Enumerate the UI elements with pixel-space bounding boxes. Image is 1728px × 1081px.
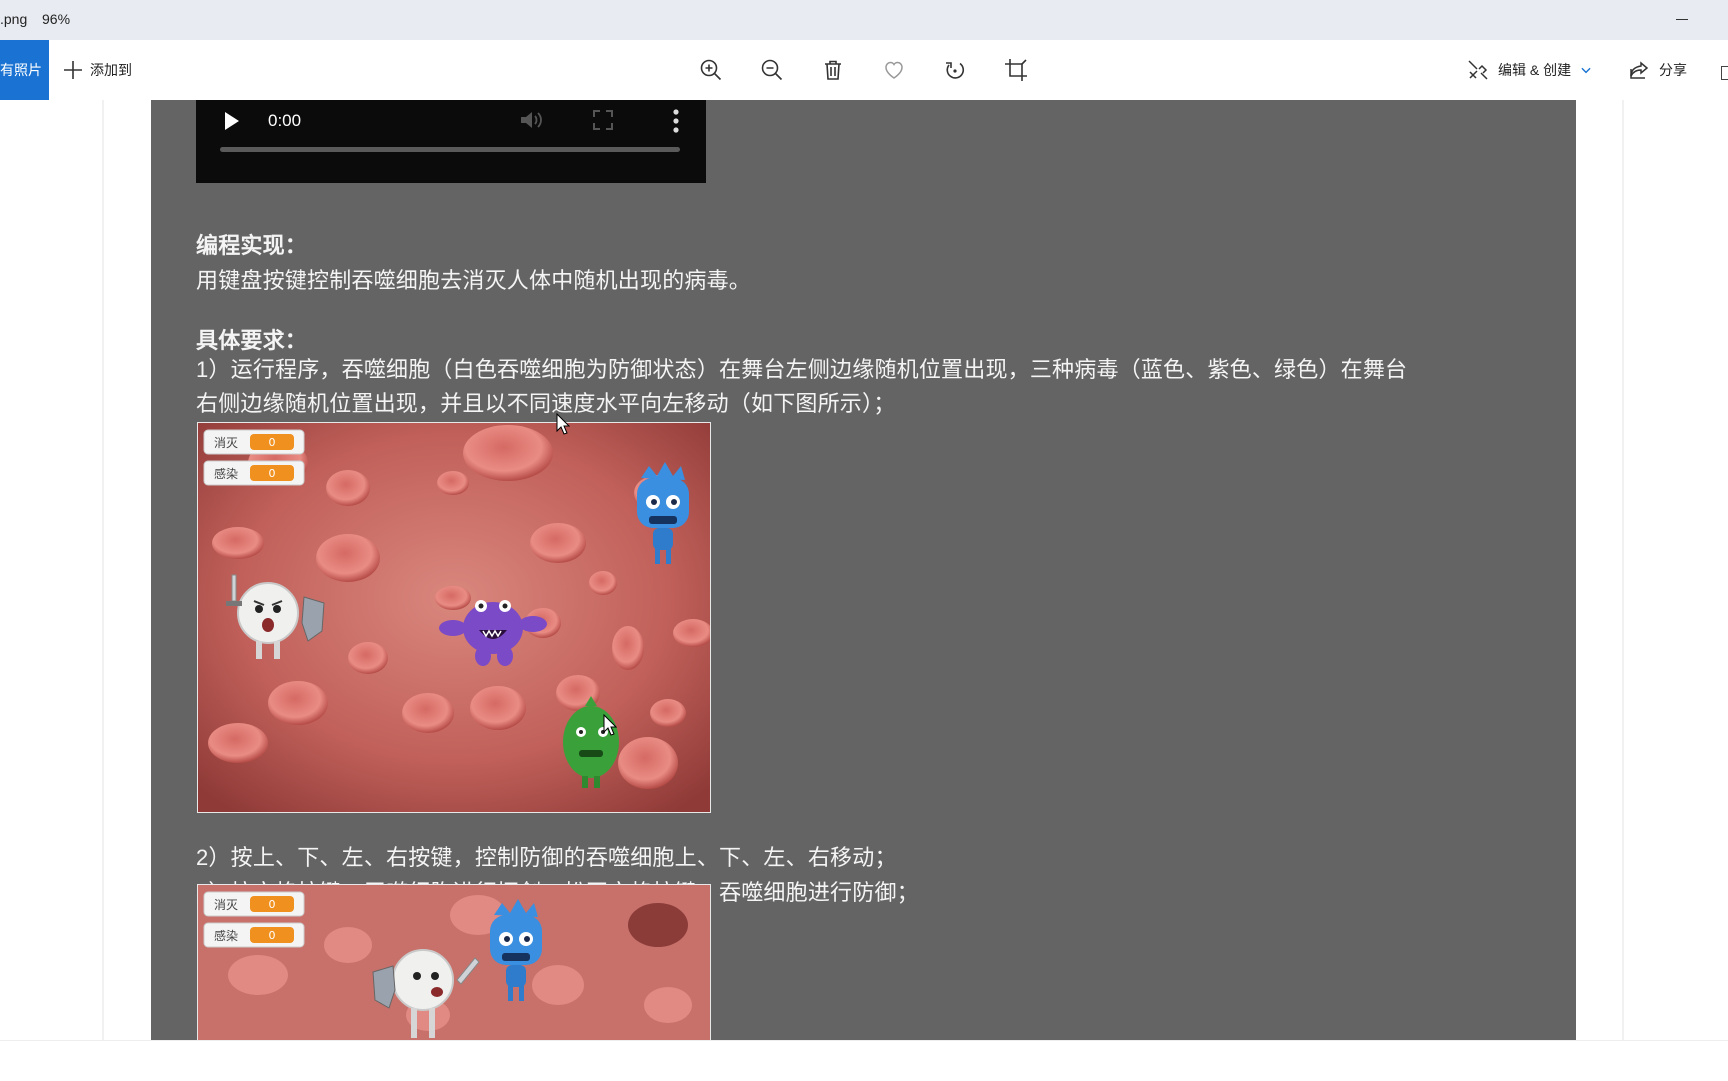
viewer-edge-left <box>102 100 104 1040</box>
favorite-button[interactable] <box>880 56 908 84</box>
add-to-button[interactable]: 添加到 <box>62 58 132 82</box>
zoom-level: 96% <box>42 11 71 27</box>
edit-create-button[interactable]: 编辑 & 创建 <box>1466 56 1593 84</box>
fullscreen-icon[interactable] <box>592 109 614 131</box>
requirement-1-line-2: 右侧边缘随机位置出现，并且以不同速度水平向左移动（如下图所示）； <box>196 391 896 416</box>
rotate-button[interactable] <box>941 56 969 84</box>
edit-create-label: 编辑 & 创建 <box>1498 62 1572 78</box>
crop-icon <box>1005 59 1027 81</box>
mouse-cursor-icon <box>603 714 617 736</box>
toolbar: 所有照片 添加到 编辑 & 创建 分享 <box>0 40 1728 100</box>
plus-icon <box>64 61 82 79</box>
share-icon <box>1630 61 1649 79</box>
monitor-infect-label: 感染 <box>214 466 238 481</box>
bottom-strip <box>0 1040 1728 1081</box>
share-button[interactable]: 分享 <box>1627 56 1687 84</box>
chevron-down-icon <box>1581 67 1591 74</box>
document-image: 0:00 编程实现： 用键盘按键控制吞噬细胞去消灭人体中随机出现的病毒。 具体要… <box>151 100 1576 1040</box>
heading-programming: 编程实现： <box>196 233 308 258</box>
monitor-infect-label: 感染 <box>214 928 238 943</box>
share-label: 分享 <box>1659 62 1687 78</box>
monitor-kill-label: 消灭 <box>214 898 238 912</box>
heart-icon <box>885 61 903 79</box>
monitor-kill-value: 0 <box>269 898 276 911</box>
volume-icon[interactable] <box>517 108 545 132</box>
crop-button[interactable] <box>1002 56 1030 84</box>
video-time: 0:00 <box>268 111 302 130</box>
variable-monitor-infect: 感染 0 <box>203 460 305 486</box>
add-to-label: 添加到 <box>90 62 132 78</box>
game-scene-2: 消灭 0 感染 0 <box>197 884 711 1040</box>
variable-monitor-kill: 消灭 0 <box>203 891 305 917</box>
game-scene-1: 消灭 0 感染 0 <box>197 422 711 813</box>
delete-button[interactable] <box>819 56 847 84</box>
monitor-infect-value: 0 <box>269 467 276 480</box>
paragraph-description: 用键盘按键控制吞噬细胞去消灭人体中随机出现的病毒。 <box>196 268 752 293</box>
zoom-in-icon <box>700 59 722 81</box>
monitor-kill-label: 消灭 <box>214 436 238 450</box>
heading-requirements: 具体要求： <box>196 328 308 353</box>
more-icon[interactable] <box>1721 66 1728 80</box>
delete-icon <box>825 60 841 80</box>
requirement-1-line-1: 1）运行程序，吞噬细胞（白色吞噬细胞为防御状态）在舞台左侧边缘随机位置出现，三种… <box>196 357 1408 382</box>
video-progress-bar[interactable] <box>220 147 680 152</box>
rotate-icon <box>946 62 965 79</box>
variable-monitor-kill: 消灭 0 <box>203 429 305 455</box>
mouse-cursor-icon <box>556 413 570 435</box>
all-photos-button[interactable]: 所有照片 <box>0 40 49 100</box>
requirement-2: 2）按上、下、左、右按键，控制防御的吞噬细胞上、下、左、右移动； <box>196 845 897 870</box>
edit-create-icon <box>1468 60 1488 80</box>
more-options-icon[interactable] <box>671 108 681 134</box>
monitor-kill-value: 0 <box>269 436 276 449</box>
monitor-infect-value: 0 <box>269 929 276 942</box>
play-icon[interactable] <box>225 112 239 130</box>
zoom-out-icon <box>761 59 783 81</box>
viewer-edge-right <box>1622 100 1624 1040</box>
video-player[interactable]: 0:00 <box>196 100 706 183</box>
zoom-in-button[interactable] <box>697 56 725 84</box>
zoom-out-button[interactable] <box>758 56 786 84</box>
title-bar: .png 96% <box>0 0 1728 40</box>
variable-monitor-infect: 感染 0 <box>203 922 305 948</box>
window-title: .png <box>0 11 28 27</box>
minimize-button[interactable] <box>1670 8 1694 30</box>
